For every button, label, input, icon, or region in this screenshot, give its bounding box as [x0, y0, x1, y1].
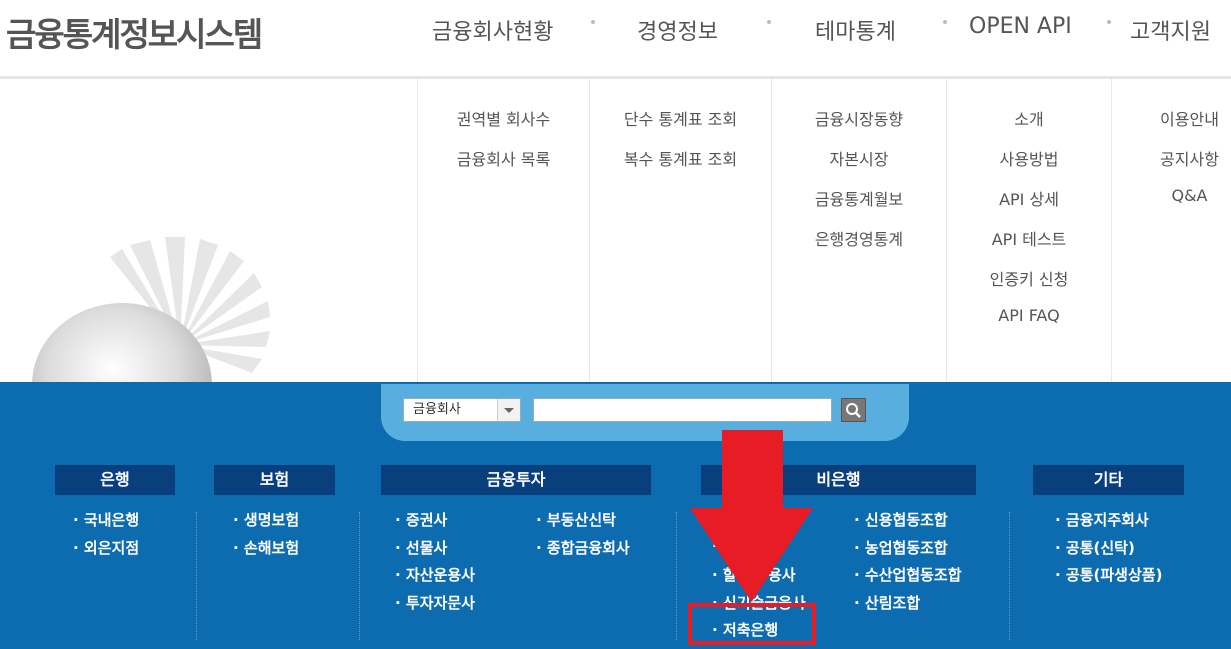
- nav-separator: [943, 20, 947, 24]
- search-input[interactable]: [533, 398, 832, 422]
- submenu-item[interactable]: 인증키 신청: [947, 266, 1111, 290]
- link-foreign-bank-branch[interactable]: · 외은지점: [73, 537, 139, 558]
- annotation-arrow-icon: [690, 430, 813, 602]
- link-merchant-bank[interactable]: · 종합금융회사: [536, 537, 630, 558]
- submenu-item[interactable]: API 테스트: [947, 226, 1111, 250]
- decorative-globe-graphic: [32, 237, 270, 382]
- submenu-item[interactable]: 사용방법: [947, 146, 1111, 170]
- link-real-estate-trust[interactable]: · 부동산신탁: [536, 509, 616, 530]
- nav-separator: [591, 20, 595, 24]
- search-type-select[interactable]: 금융회사: [403, 398, 521, 422]
- submenu-item[interactable]: 소개: [947, 106, 1111, 130]
- link-credit-union[interactable]: · 신용협동조합: [854, 509, 948, 530]
- link-forestry-coop[interactable]: · 산림조합: [854, 592, 920, 613]
- link-securities[interactable]: · 증권사: [395, 509, 447, 530]
- search-type-value: 금융회사: [413, 402, 461, 417]
- submenu-company-status: 권역별 회사수 금융회사 목록: [418, 79, 589, 382]
- category-bank[interactable]: 은행: [55, 465, 175, 495]
- submenu-item[interactable]: 공지사항: [1130, 146, 1231, 170]
- search-icon: [846, 403, 861, 418]
- submenu-open-api: 소개 사용방법 API 상세 API 테스트 인증키 신청 API FAQ: [947, 79, 1111, 382]
- nav-open-api[interactable]: OPEN API: [969, 14, 1072, 44]
- chevron-down-icon[interactable]: [497, 399, 520, 421]
- nav-separator: [767, 20, 771, 24]
- submenu-item[interactable]: 단수 통계표 조회: [590, 106, 771, 130]
- category-divider: [1009, 512, 1010, 640]
- submenu-item[interactable]: API 상세: [947, 186, 1111, 210]
- submenu-management-info: 단수 통계표 조회 복수 통계표 조회: [590, 79, 771, 382]
- submenu-item[interactable]: 금융회사 목록: [418, 146, 589, 170]
- link-fisheries-coop[interactable]: · 수산업협동조합: [854, 564, 962, 585]
- submenu-item[interactable]: 복수 통계표 조회: [590, 146, 771, 170]
- submenu-item[interactable]: 은행경영통계: [772, 226, 946, 250]
- link-investment-advisory[interactable]: · 투자자문사: [395, 592, 475, 613]
- search-button[interactable]: [841, 398, 866, 422]
- submenu-item[interactable]: Q&A: [1130, 186, 1231, 205]
- submenu-theme-stats: 금융시장동향 자본시장 금융통계월보 은행경영통계: [772, 79, 946, 382]
- link-nonlife-insurance[interactable]: · 손해보험: [233, 537, 299, 558]
- category-insurance[interactable]: 보험: [214, 465, 335, 495]
- annotation-highlight-box: [688, 603, 816, 645]
- nav-company-status[interactable]: 금융회사현황: [432, 14, 553, 45]
- category-divider: [359, 512, 360, 640]
- category-divider: [676, 512, 677, 640]
- nav-theme-stats[interactable]: 테마통계: [815, 14, 896, 45]
- category-investment[interactable]: 금융투자: [381, 465, 651, 495]
- nav-customer-support[interactable]: 고객지원: [1130, 14, 1211, 45]
- submenu-item[interactable]: 금융통계월보: [772, 186, 946, 210]
- link-life-insurance[interactable]: · 생명보험: [233, 509, 299, 530]
- category-divider: [196, 512, 197, 640]
- submenu-item[interactable]: 권역별 회사수: [418, 106, 589, 130]
- submenu-customer-support: 이용안내 공지사항 Q&A: [1112, 79, 1231, 382]
- submenu-item[interactable]: 자본시장: [772, 146, 946, 170]
- link-domestic-bank[interactable]: · 국내은행: [73, 509, 139, 530]
- link-futures[interactable]: · 선물사: [395, 537, 447, 558]
- link-financial-holding[interactable]: · 금융지주회사: [1055, 509, 1149, 530]
- submenu-item[interactable]: API FAQ: [947, 306, 1111, 325]
- link-agricultural-coop[interactable]: · 농업협동조합: [854, 537, 948, 558]
- site-logo[interactable]: 금융통계정보시스템: [6, 8, 263, 56]
- nav-management-info[interactable]: 경영정보: [637, 14, 718, 45]
- submenu-item[interactable]: 금융시장동향: [772, 106, 946, 130]
- category-other[interactable]: 기타: [1033, 465, 1184, 495]
- link-common-trust[interactable]: · 공통(신탁): [1055, 537, 1135, 558]
- link-common-derivatives[interactable]: · 공통(파생상품): [1055, 564, 1162, 585]
- link-asset-management[interactable]: · 자산운용사: [395, 564, 475, 585]
- nav-separator: [1107, 20, 1111, 24]
- submenu-item[interactable]: 이용안내: [1130, 106, 1231, 130]
